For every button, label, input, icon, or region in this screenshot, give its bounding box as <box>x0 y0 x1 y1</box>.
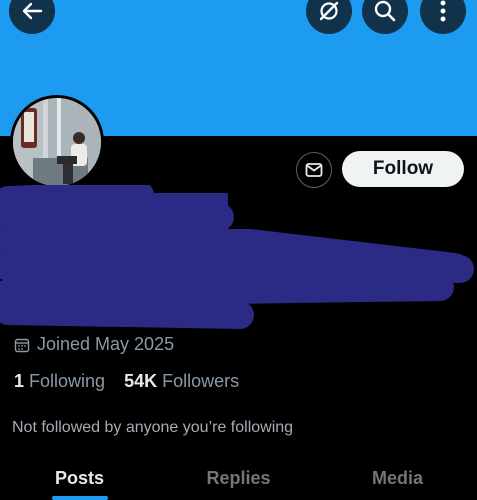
joined-text: Joined May 2025 <box>37 334 175 354</box>
joined-date: Joined May 2025 <box>14 334 174 355</box>
tab-media-label: Media <box>371 468 423 488</box>
avatar[interactable] <box>10 95 104 189</box>
mail-icon <box>305 163 323 177</box>
tab-posts[interactable]: Posts <box>0 462 159 500</box>
tab-media[interactable]: Media <box>318 462 477 500</box>
tab-replies[interactable]: Replies <box>159 462 318 500</box>
following-count: 1 <box>14 371 25 391</box>
follow-stats: 1 Following 54K Followers <box>14 371 258 392</box>
followers-link[interactable]: 54K Followers <box>124 371 239 392</box>
calendar-icon <box>14 338 30 352</box>
tab-replies-label: Replies <box>206 468 271 488</box>
not-followed-notice: Not followed by anyone you’re following <box>12 419 294 436</box>
search-icon <box>374 0 396 22</box>
followers-label: Followers <box>162 371 240 391</box>
followers-count: 54K <box>124 371 158 391</box>
back-arrow-icon <box>22 2 43 20</box>
profile-tabs: Posts Replies Media <box>0 462 477 500</box>
redaction-scribble <box>0 185 474 329</box>
follow-button[interactable]: Follow <box>342 151 464 187</box>
following-link[interactable]: 1 Following <box>14 371 105 392</box>
more-vertical-icon <box>440 0 446 22</box>
active-tab-indicator <box>51 496 108 500</box>
grok-icon <box>319 1 339 21</box>
following-label: Following <box>29 371 106 391</box>
avatar-photo <box>13 98 101 186</box>
message-button[interactable] <box>296 152 332 188</box>
